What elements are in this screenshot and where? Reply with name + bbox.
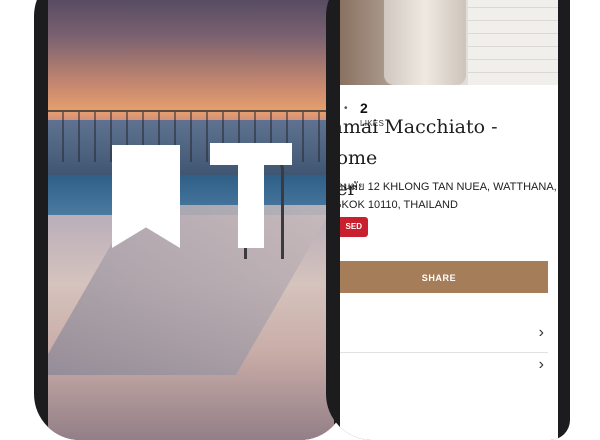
t-letter-icon xyxy=(210,143,292,248)
status-badge: SED xyxy=(340,217,368,237)
splash-screen xyxy=(48,0,334,440)
share-button[interactable]: SHARE xyxy=(340,261,548,293)
place-address: เอนมัย 12 KHLONG TAN NUEA, WATTHANA, GKO… xyxy=(340,178,558,214)
place-photo xyxy=(340,0,558,85)
list-item[interactable]: › xyxy=(340,356,548,376)
list-item[interactable]: OS › xyxy=(340,322,548,353)
chevron-right-icon: › xyxy=(539,356,544,374)
chevron-right-icon: › xyxy=(539,324,544,342)
place-address-text: เอนมัย 12 KHLONG TAN NUEA, WATTHANA, GKO… xyxy=(340,181,557,211)
right-phone: • 2 LIKES kamai Macchiato - Home wer เอน… xyxy=(326,0,570,440)
drink-glass xyxy=(384,0,466,85)
place-detail-screen: • 2 LIKES kamai Macchiato - Home wer เอน… xyxy=(340,0,558,440)
t-letter-stem xyxy=(238,143,264,248)
brick-wall xyxy=(468,0,558,85)
left-phone xyxy=(34,0,346,440)
